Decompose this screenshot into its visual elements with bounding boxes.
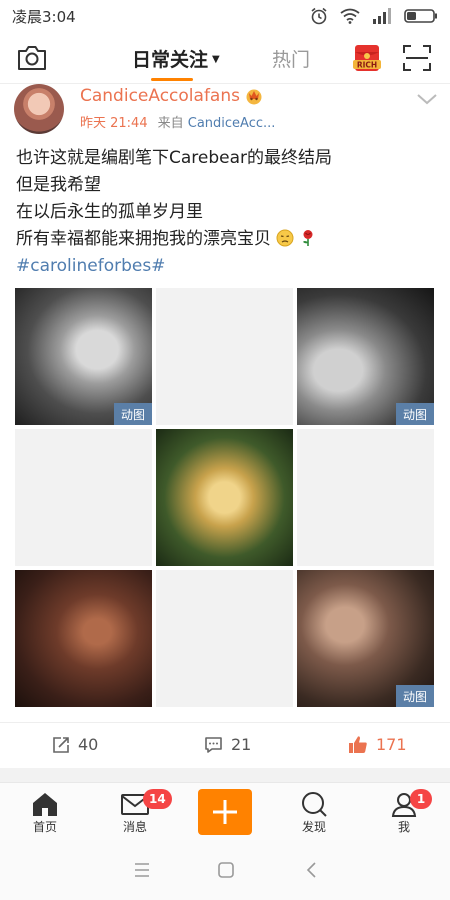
post-line: 所有幸福都能来拥抱我的漂亮宝贝 (16, 229, 271, 249)
me-badge: 1 (410, 789, 432, 809)
search-icon (302, 792, 327, 817)
tab-home-label: 首页 (32, 820, 57, 834)
post-line: 在以后永生的孤单岁月里 (16, 202, 203, 222)
chevron-down-icon[interactable] (416, 92, 438, 106)
active-tab-underline (151, 78, 193, 81)
tab-hot[interactable]: 热门 (272, 45, 310, 72)
like-button[interactable]: 171 (348, 735, 407, 754)
red-packet-icon[interactable]: RICH (351, 42, 383, 74)
tab-me[interactable]: 我 1 (374, 789, 434, 835)
vip-crown-icon[interactable] (244, 87, 264, 105)
signal-icon (373, 8, 391, 24)
repost-count: 40 (78, 735, 99, 754)
plus-icon (213, 800, 237, 824)
tab-discover-label: 发现 (301, 820, 326, 834)
tab-discover[interactable]: 发现 (284, 791, 344, 835)
hashtag-link[interactable]: #carolineforbes# (16, 256, 165, 276)
sad-face-icon (276, 229, 294, 247)
tab-messages[interactable]: 消息 14 (105, 789, 172, 835)
grid-image-2[interactable] (156, 288, 293, 425)
grid-image-8[interactable] (156, 570, 293, 707)
tab-me-label: 我 (397, 820, 410, 834)
grid-image-4[interactable] (15, 429, 152, 566)
from-label: 来自 (157, 116, 184, 131)
tab-daily-follow-label: 日常关注 (132, 49, 209, 71)
back-icon[interactable] (302, 860, 322, 880)
tab-daily-follow[interactable]: 日常关注 ▼ (132, 45, 220, 72)
scan-icon[interactable] (402, 44, 432, 72)
image-grid: 动图 动图 动图 (15, 288, 435, 708)
home-button-icon[interactable] (216, 860, 236, 880)
caret-down-icon: ▼ (212, 54, 220, 65)
gif-badge: 动图 (396, 403, 434, 425)
wifi-icon (340, 8, 360, 24)
post-text: 也许这就是编剧笔下Carebear的最终结局 但是我希望 在以后永生的孤单岁月里… (16, 145, 436, 280)
post-source[interactable]: CandiceAcc... (188, 116, 276, 131)
post-time: 昨天 21:44 (80, 116, 148, 131)
compose-button[interactable] (198, 789, 252, 835)
like-count: 171 (376, 735, 407, 754)
thumbs-up-icon (349, 736, 367, 753)
system-nav-bar (0, 840, 450, 900)
post-actions: 40 21 171 (0, 722, 450, 768)
post-meta: 昨天 21:44 来自 CandiceAcc... (80, 112, 275, 131)
status-time: 凌晨3:04 (12, 7, 76, 26)
gif-badge: 动图 (114, 403, 152, 425)
grid-image-3[interactable]: 动图 (297, 288, 434, 425)
messages-badge: 14 (143, 789, 172, 809)
grid-image-6[interactable] (297, 429, 434, 566)
author-row: CandiceAccolafans (80, 86, 264, 106)
post-line: 但是我希望 (16, 175, 101, 195)
author-name[interactable]: CandiceAccolafans (80, 86, 240, 106)
bottom-tab-bar: 首页 消息 14 发现 我 1 (0, 782, 450, 840)
tab-home[interactable]: 首页 (15, 791, 75, 835)
tab-messages-label: 消息 (122, 820, 147, 834)
grid-image-7[interactable] (15, 570, 152, 707)
grid-image-9[interactable]: 动图 (297, 570, 434, 707)
top-nav: 日常关注 ▼ 热门 RICH (0, 32, 450, 84)
camera-icon[interactable] (16, 44, 48, 72)
comment-icon (205, 736, 222, 753)
red-packet-label: RICH (357, 61, 377, 70)
alarm-icon (311, 7, 327, 25)
author-avatar[interactable] (14, 84, 64, 134)
home-icon (33, 793, 57, 816)
post-line: 也许这就是编剧笔下Carebear的最终结局 (16, 148, 333, 168)
comment-count: 21 (231, 735, 252, 754)
grid-image-1[interactable]: 动图 (15, 288, 152, 425)
comment-button[interactable]: 21 (204, 735, 251, 754)
menu-icon[interactable] (132, 860, 152, 880)
rose-icon (302, 230, 313, 246)
status-icons (310, 7, 438, 25)
battery-icon (404, 9, 437, 23)
repost-button[interactable]: 40 (52, 735, 98, 754)
repost-icon (53, 736, 69, 753)
grid-image-5[interactable] (156, 429, 293, 566)
weibo-screen: 凌晨3:04 日常关注 ▼ 热门 RICH CandiceAccolafans … (0, 0, 450, 900)
post-line-with-emoji: 所有幸福都能来拥抱我的漂亮宝贝 (16, 226, 436, 253)
feed-separator (0, 768, 450, 782)
gif-badge: 动图 (396, 685, 434, 707)
status-bar: 凌晨3:04 (0, 0, 450, 32)
